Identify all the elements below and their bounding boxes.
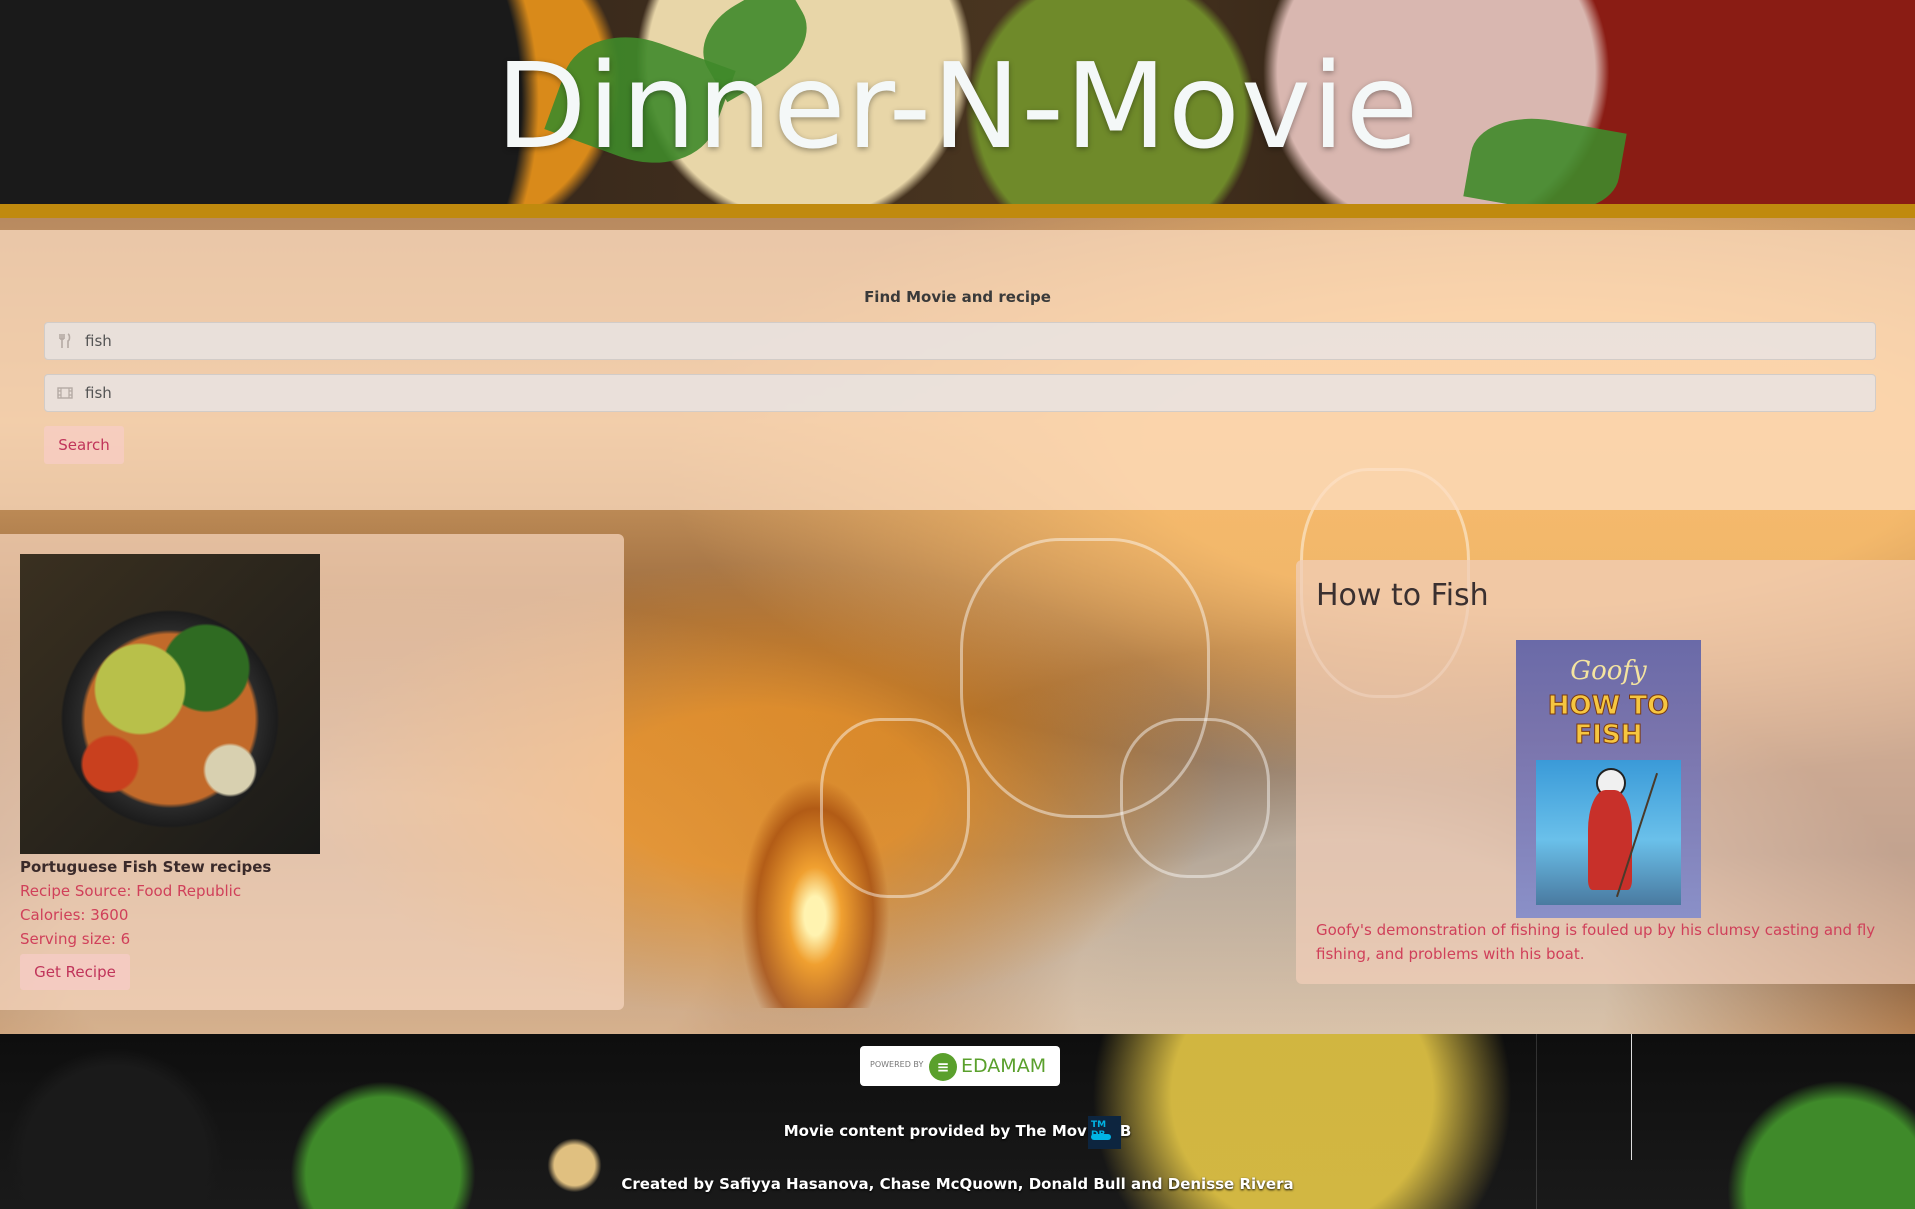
get-recipe-button[interactable]: Get Recipe	[20, 954, 130, 990]
recipe-search-input[interactable]	[85, 323, 1865, 359]
edamam-logo-icon: ≡	[929, 1053, 957, 1081]
goofy-body-shape	[1588, 790, 1632, 890]
header-accent-band	[0, 204, 1915, 218]
poster-illustration	[1536, 760, 1681, 905]
poster-title-how-to-fish: HOW TO FISH	[1547, 691, 1670, 750]
movie-description: Goofy's demonstration of fishing is foul…	[1316, 921, 1876, 963]
search-button[interactable]: Search	[44, 426, 124, 464]
header-banner: Dinner-N-Movie	[0, 0, 1915, 223]
movie-card: How to Fish Goofy HOW TO FISH Goofy's de…	[1296, 560, 1915, 984]
recipe-search-field[interactable]	[44, 322, 1876, 360]
search-panel: Find Movie and recipe Search	[0, 230, 1915, 510]
water-glass-decoration	[820, 718, 970, 898]
edamam-badge[interactable]: POWERED BY ≡ EDAMAM	[860, 1046, 1060, 1086]
recipe-title: Portuguese Fish Stew recipes	[20, 858, 272, 876]
film-icon	[57, 385, 73, 401]
tmdb-logo-icon[interactable]: TM DB	[1088, 1116, 1121, 1149]
powered-by-label: POWERED BY	[870, 1060, 924, 1069]
movie-search-field[interactable]	[44, 374, 1876, 412]
search-heading: Find Movie and recipe	[864, 288, 1051, 306]
created-by-credit: Created by Safiyya Hasanova, Chase McQuo…	[621, 1175, 1294, 1193]
footer: POWERED BY ≡ EDAMAM Movie content provid…	[0, 1034, 1915, 1209]
movie-search-input[interactable]	[85, 375, 1865, 411]
recipe-card: Portuguese Fish Stew recipes Recipe Sour…	[0, 534, 624, 1010]
water-glass-decoration	[1120, 718, 1270, 878]
recipe-serving-size: Serving size: 6	[20, 930, 131, 948]
recipe-source: Recipe Source: Food Republic	[20, 882, 242, 900]
recipe-image	[20, 554, 320, 854]
recipe-calories: Calories: 3600	[20, 906, 129, 924]
movie-poster: Goofy HOW TO FISH	[1516, 640, 1701, 918]
poster-title-goofy: Goofy	[1570, 656, 1647, 686]
utensils-icon	[57, 333, 73, 349]
movie-credit: Movie content provided by The Movie DB	[783, 1122, 1132, 1140]
edamam-name: EDAMAM	[961, 1055, 1047, 1077]
movie-title: How to Fish	[1316, 578, 1489, 613]
footer-divider	[1631, 1034, 1632, 1160]
site-title: Dinner-N-Movie	[495, 37, 1420, 175]
